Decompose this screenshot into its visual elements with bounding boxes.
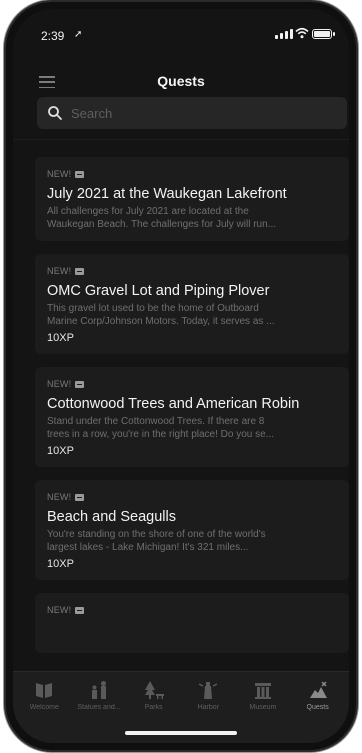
tab-welcome[interactable]: Welcome — [19, 680, 69, 711]
page-title: Quests — [157, 73, 205, 89]
phone-frame: 2:39 ➚ Quests NEW! — [6, 2, 356, 750]
quest-description-line: Marine Corp/Johnson Motors. Today, it se… — [47, 316, 275, 327]
quest-flag-icon — [75, 380, 85, 388]
quest-description: This gravel lot used to be the home of O… — [47, 302, 337, 328]
tab-label: Statues and... — [77, 704, 121, 711]
tab-museum[interactable]: Museum — [238, 680, 288, 711]
quest-flag-icon — [75, 606, 85, 614]
museum-icon — [254, 683, 271, 699]
status-time: 2:39 — [41, 29, 65, 43]
park-icon — [144, 681, 164, 699]
quest-description-line: Stand under the Cottonwood Trees. If the… — [47, 416, 265, 427]
harbor-icon — [198, 682, 218, 699]
new-badge-row: NEW! — [47, 492, 337, 502]
quest-description: You're standing on the shore of one of t… — [47, 528, 337, 554]
new-badge: NEW! — [47, 169, 72, 179]
cellular-signal-icon — [275, 29, 293, 39]
quest-description-line: largest lakes - Lake Michigan! It's 321 … — [47, 542, 249, 553]
new-badge: NEW! — [47, 379, 72, 389]
quest-card[interactable]: NEW! OMC Gravel Lot and Piping Plover Th… — [35, 254, 349, 354]
quest-card[interactable]: NEW! July 2021 at the Waukegan Lakefront… — [35, 157, 349, 241]
quest-card[interactable]: NEW! Beach and Seagulls You're standing … — [35, 480, 349, 580]
quests-icon — [309, 681, 327, 698]
wifi-icon — [295, 27, 309, 39]
battery-icon — [312, 29, 335, 39]
quest-xp: 10XP — [47, 445, 74, 457]
quest-title: OMC Gravel Lot and Piping Plover — [47, 283, 270, 299]
quest-card[interactable]: NEW! Cottonwood Trees and American Robin… — [35, 367, 349, 467]
quest-description: Stand under the Cottonwood Trees. If the… — [47, 415, 337, 441]
new-badge-row: NEW! — [47, 266, 337, 276]
quest-description-line: Waukegan Beach. The challenges for July … — [47, 219, 277, 230]
quest-list[interactable]: NEW! July 2021 at the Waukegan Lakefront… — [35, 157, 349, 697]
tab-label: Museum — [249, 704, 277, 711]
tab-statues[interactable]: Statues and... — [74, 680, 124, 711]
new-badge: NEW! — [47, 492, 72, 502]
quest-card[interactable]: NEW! — [35, 593, 349, 653]
quest-title: Cottonwood Trees and American Robin — [47, 396, 300, 412]
quest-xp: 10XP — [47, 558, 74, 570]
tab-label: Welcome — [29, 704, 59, 711]
search-input[interactable] — [71, 105, 347, 121]
location-arrow-icon: ➚ — [74, 29, 83, 40]
new-badge: NEW! — [47, 605, 72, 615]
quest-flag-icon — [75, 267, 85, 275]
new-badge-row: NEW! — [47, 605, 337, 615]
new-badge-row: NEW! — [47, 169, 337, 179]
quest-flag-icon — [75, 170, 85, 178]
status-bar: 2:39 ➚ — [13, 9, 349, 53]
new-badge: NEW! — [47, 266, 72, 276]
tab-label: Harbor — [197, 704, 219, 711]
bottom-tab-bar: Welcome Statues and... Parks Harbor Muse… — [13, 671, 349, 743]
header-divider — [13, 139, 349, 140]
tab-quests[interactable]: Quests — [293, 680, 343, 711]
tab-parks[interactable]: Parks — [129, 680, 179, 711]
quest-description-line: This gravel lot used to be the home of O… — [47, 303, 259, 314]
new-badge-row: NEW! — [47, 379, 337, 389]
quest-description: All challenges for July 2021 are located… — [47, 205, 337, 231]
home-indicator[interactable] — [125, 731, 237, 735]
app-screen: 2:39 ➚ Quests NEW! — [13, 9, 349, 743]
quest-title: July 2021 at the Waukegan Lakefront — [47, 186, 287, 202]
quest-description-line: You're standing on the shore of one of t… — [47, 529, 266, 540]
tab-label: Parks — [144, 704, 163, 711]
search-bar[interactable] — [37, 97, 347, 129]
tab-label: Quests — [306, 704, 329, 711]
quest-description-line: All challenges for July 2021 are located… — [47, 206, 249, 217]
search-icon — [48, 106, 62, 120]
quest-description-line: trees in a row, you're in the right plac… — [47, 429, 275, 440]
quest-xp: 10XP — [47, 332, 74, 344]
book-icon — [36, 683, 53, 698]
tab-harbor[interactable]: Harbor — [183, 680, 233, 711]
quest-title: Beach and Seagulls — [47, 509, 176, 525]
quest-flag-icon — [75, 493, 85, 501]
statues-icon — [91, 681, 106, 699]
